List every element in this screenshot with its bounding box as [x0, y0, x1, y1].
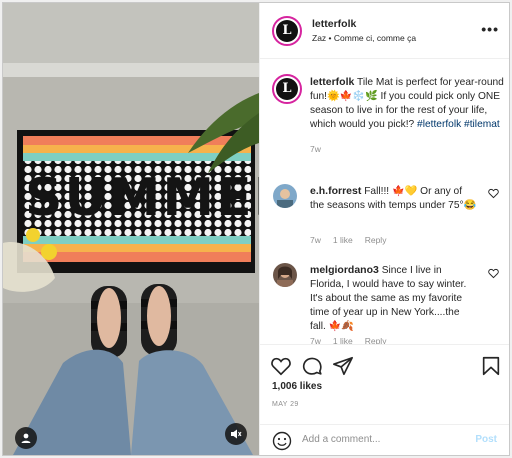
bookmark-icon[interactable] [480, 355, 502, 377]
like-comment-heart-icon[interactable] [488, 268, 499, 279]
post-header: L letterfolk Zaz • Comme ci, comme ça ••… [260, 3, 509, 59]
heart-icon[interactable] [270, 355, 292, 377]
comment-icon[interactable] [301, 355, 323, 377]
caption-age[interactable]: 7w [310, 142, 509, 156]
caption: letterfolk Tile Mat is perfect for year-… [310, 75, 509, 156]
caption-avatar[interactable]: L [272, 74, 302, 104]
hashtag-link[interactable]: #letterfolk [417, 119, 461, 130]
comment-age[interactable]: 7w [310, 235, 321, 245]
comment-age[interactable]: 7w [310, 336, 321, 344]
post-modal: SUMMER L letterfolk Zaz • Comme ci, comm… [2, 2, 510, 456]
reply-button[interactable]: Reply [365, 235, 387, 245]
comment-username[interactable]: melgiordano3 [310, 264, 379, 276]
hashtag-link[interactable]: #tilemat [464, 119, 500, 130]
post-comment-button[interactable]: Post [475, 434, 497, 445]
comment-meta: 7w 1 like Reply [310, 336, 386, 344]
share-icon[interactable] [332, 355, 354, 377]
like-comment-heart-icon[interactable] [488, 188, 499, 199]
user-tag-icon [21, 433, 31, 443]
emoji-icon[interactable] [272, 431, 292, 451]
comment-likes[interactable]: 1 like [333, 235, 353, 245]
post-photo[interactable]: SUMMER [3, 3, 259, 455]
comment-input[interactable]: Add a comment... [302, 434, 380, 445]
reply-button[interactable]: Reply [365, 336, 387, 344]
comment-likes[interactable]: 1 like [333, 336, 353, 344]
comment: e.h.forrest Fall!!! 🍁💛 Or any of the sea… [310, 184, 478, 213]
comment-username[interactable]: e.h.forrest [310, 185, 361, 197]
like-count[interactable]: 1,006 likes [272, 381, 322, 392]
comment-meta: 7w 1 like Reply [310, 235, 386, 245]
caption-username[interactable]: letterfolk [310, 76, 354, 88]
audio-subtitle[interactable]: Zaz • Comme ci, comme ça [312, 33, 416, 43]
comment-list[interactable]: L letterfolk Tile Mat is perfect for yea… [260, 60, 509, 344]
commenter-avatar[interactable] [273, 184, 297, 208]
author-avatar[interactable]: L [272, 16, 302, 46]
volume-button[interactable] [225, 423, 247, 445]
post-date[interactable]: MAY 29 [272, 401, 299, 408]
action-bar: 1,006 likes MAY 29 [260, 344, 509, 424]
commenter-avatar[interactable] [273, 263, 297, 287]
post-details-panel: L letterfolk Zaz • Comme ci, comme ça ••… [259, 3, 509, 455]
user-tag-button[interactable] [15, 427, 37, 449]
add-comment-bar: Add a comment... Post [260, 424, 509, 455]
mat-text: SUMMER [25, 168, 259, 228]
comment: melgiordano3 Since I live in Florida, I … [310, 263, 478, 334]
author-username[interactable]: letterfolk [312, 18, 356, 30]
volume-icon [231, 429, 242, 439]
more-options-button[interactable]: ••• [481, 22, 499, 36]
